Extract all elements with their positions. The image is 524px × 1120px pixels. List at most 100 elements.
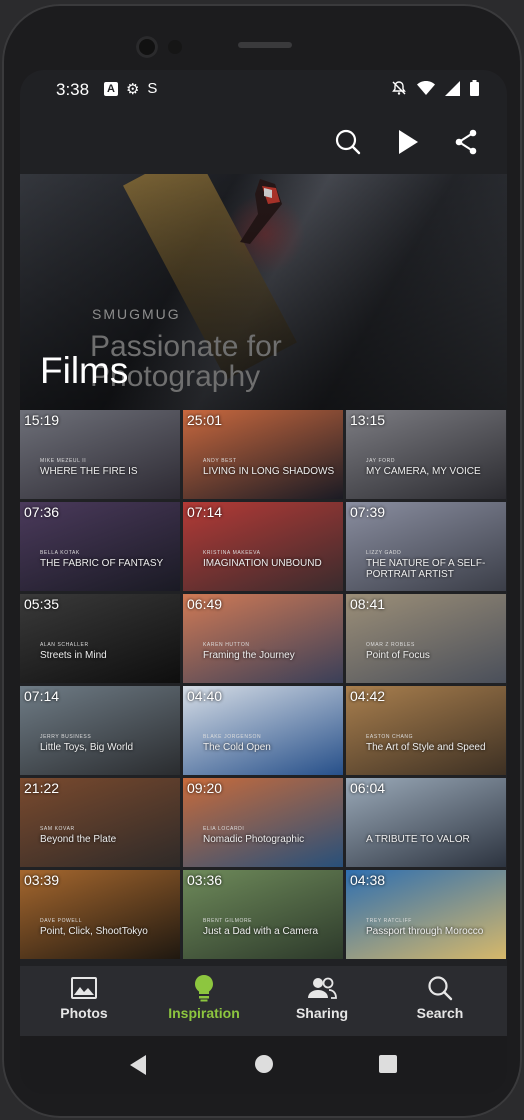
film-duration: 13:15 [350,412,386,428]
search-button[interactable] [328,122,368,162]
phone-frame: 3:38 A ⚙ S SMUGMUG Passionate for Photog… [2,4,522,1118]
film-duration: 08:41 [350,596,386,612]
film-tile[interactable]: 08:41 OMAR Z ROBLES Point of Focus [346,594,506,683]
status-time: 3:38 [56,80,90,99]
film-title: The Art of Style and Speed [366,742,486,753]
film-tile[interactable]: 03:36 BRENT GILMORE Just a Dad with a Came… [183,870,343,959]
film-duration: 04:42 [350,688,386,704]
film-tile[interactable]: 13:15 JAY FORD MY CAMERA, MY VOICE [346,410,506,499]
settings-status-icon: ⚙ [125,81,140,98]
nav-label: Search [416,1005,464,1021]
film-duration: 06:04 [350,780,386,796]
nav-search[interactable]: Search [390,974,490,1021]
film-author: KRISTINA MAKEEVA [203,550,261,556]
film-duration: 09:20 [187,780,223,796]
film-duration: 06:49 [187,596,223,612]
film-title: THE NATURE OF A SELF-PORTRAIT ARTIST [366,558,486,580]
film-tile[interactable]: 06:49 KAREN HUTTON Framing the Journey [183,594,343,683]
proximity-sensor [168,40,182,54]
film-title: Point, Click, ShootTokyo [40,926,148,937]
film-author: EASTON CHANG [366,734,414,740]
film-author: JERRY BUSINESS [40,734,92,740]
recents-button[interactable] [378,1054,398,1079]
play-icon [399,130,418,154]
home-button[interactable] [254,1054,274,1079]
status-bar: 3:38 A ⚙ S [20,70,507,108]
film-title: Framing the Journey [203,650,295,661]
film-tile[interactable]: 15:19 MIKE MEZEUL II WHERE THE FIRE IS [20,410,180,499]
back-button[interactable] [128,1054,148,1081]
film-tile[interactable]: 21:22 SAM KOVAR Beyond the Plate [20,778,180,867]
film-tile[interactable]: 03:39 DAVE POWELL Point, Click, ShootTokyo [20,870,180,959]
film-author: KAREN HUTTON [203,642,250,648]
film-duration: 07:14 [187,504,223,520]
film-duration: 03:36 [187,872,223,888]
film-tile[interactable]: 06:04 A TRIBUTE TO VALOR [346,778,506,867]
film-tile[interactable]: 05:35 ALAN SCHALLER Streets in Mind [20,594,180,683]
nav-label: Sharing [295,1005,349,1021]
film-duration: 04:38 [350,872,386,888]
film-title: Beyond the Plate [40,834,117,845]
people-icon [308,977,337,999]
recents-square-icon [379,1055,397,1073]
film-tile[interactable]: 04:38 TREY RATCLIFF Passport through Moroc… [346,870,506,959]
top-action-bar [20,108,507,174]
film-tile[interactable]: 07:14 KRISTINA MAKEEVA IMAGINATION UNBOUND [183,502,343,591]
film-duration: 07:39 [350,504,386,520]
film-duration: 25:01 [187,412,223,428]
film-title: Point of Focus [366,650,430,661]
film-title: THE FABRIC OF FANTASY [40,558,164,569]
signal-icon [445,80,460,96]
film-title: Streets in Mind [40,650,107,661]
film-author: DAVE POWELL [40,918,83,924]
film-title: MY CAMERA, MY VOICE [366,466,481,477]
battery-icon [470,80,479,96]
sync-status-icon: S [147,80,158,97]
nav-label: Inspiration [168,1005,240,1021]
film-tile[interactable]: 09:20 ELIA LOCARDI Nomadic Photographic [183,778,343,867]
film-title: Passport through Morocco [366,926,484,937]
play-slideshow-button[interactable] [388,122,428,162]
film-grid: 15:19 MIKE MEZEUL II WHERE THE FIRE IS 25:0… [20,410,507,959]
system-navigation-bar [20,1036,507,1094]
nav-inspiration[interactable]: Inspiration [154,974,254,1021]
film-duration: 07:36 [24,504,60,520]
status-icon-a: A [104,82,118,96]
film-author: ANDY BEST [203,458,237,464]
film-title: IMAGINATION UNBOUND [203,558,322,569]
film-author: ALAN SCHALLER [40,642,89,648]
earpiece [238,42,292,48]
search-icon [335,129,361,155]
film-author: LIZZY GADD [366,550,402,556]
nav-photos[interactable]: Photos [34,974,134,1021]
film-tile[interactable]: 07:14 JERRY BUSINESS Little Toys, Big Worl… [20,686,180,775]
film-tile[interactable]: 07:39 LIZZY GADD THE NATURE OF A SELF-PORT… [346,502,506,591]
film-title: Little Toys, Big World [40,742,134,753]
film-title: WHERE THE FIRE IS [40,466,138,477]
share-button[interactable] [446,122,486,162]
film-author: JAY FORD [366,458,396,464]
page-title: Films [40,350,129,391]
film-tile[interactable]: 04:40 BLAKE JORGENSON The Cold Open [183,686,343,775]
nav-label: Photos [60,1005,108,1021]
film-tile[interactable]: 07:36 BELLA KOTAK THE FABRIC OF FANTASY [20,502,180,591]
film-duration: 15:19 [24,412,60,428]
film-tile[interactable]: 04:42 EASTON CHANG The Art of Style and Sp… [346,686,506,775]
hero-banner: SMUGMUG Passionate for Photography Films [20,174,507,410]
screen: 3:38 A ⚙ S SMUGMUG Passionate for Photog… [20,70,507,1094]
film-duration: 03:39 [24,872,60,888]
share-icon [455,129,477,155]
lightbulb-icon [195,975,213,1002]
film-tile[interactable]: 25:01 ANDY BEST LIVING IN LONG SHADOWS [183,410,343,499]
image-icon [71,977,97,999]
hero-brand: SMUGMUG [92,306,181,322]
film-title: A TRIBUTE TO VALOR [366,834,470,845]
nav-sharing[interactable]: Sharing [272,974,372,1021]
film-duration: 07:14 [24,688,60,704]
front-camera [136,36,158,58]
home-circle-icon [255,1055,273,1073]
wifi-icon [417,80,435,95]
film-author: ELIA LOCARDI [203,826,245,832]
film-duration: 04:40 [187,688,223,704]
film-author: MIKE MEZEUL II [40,458,87,464]
